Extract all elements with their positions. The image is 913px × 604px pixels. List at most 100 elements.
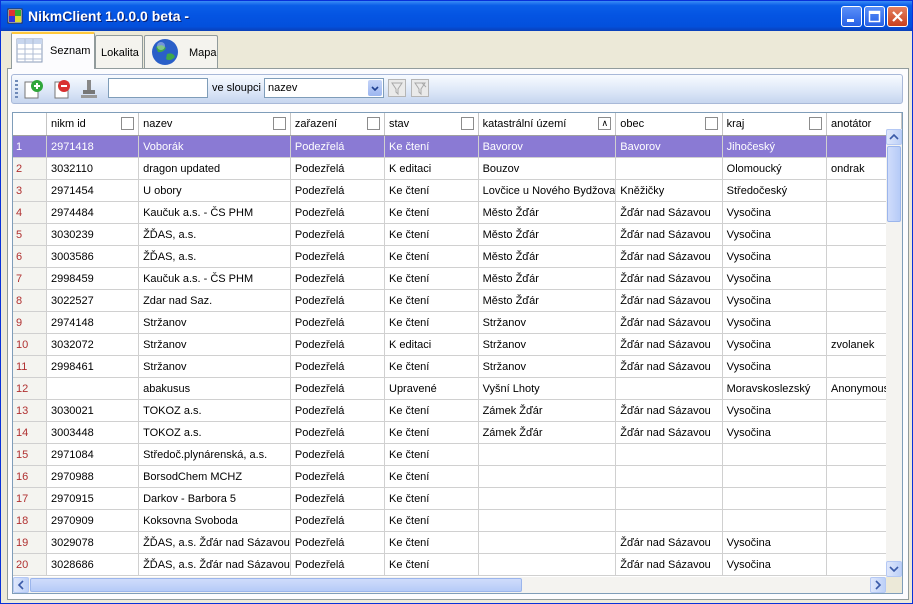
table-cell[interactable]: ŽĎAS, a.s. Žďár nad Sázavou	[138, 553, 291, 576]
scroll-right-icon[interactable]	[870, 577, 886, 593]
minimize-button[interactable]	[841, 6, 862, 27]
table-cell[interactable]: Ke čtení	[384, 267, 479, 290]
table-cell[interactable]: Vysočina	[722, 421, 827, 444]
table-cell[interactable]: Žďár nad Sázavou	[615, 311, 723, 334]
column-checkbox[interactable]	[272, 117, 286, 130]
table-cell[interactable]: Ke čtení	[384, 465, 479, 488]
row-header[interactable]: 2	[13, 157, 47, 180]
column-select[interactable]: nazev	[264, 78, 384, 98]
table-row[interactable]: 11 2998461 Stržanov Podezřelá Ke čtení Stržan…	[13, 355, 902, 378]
table-cell[interactable]: Stržanov	[138, 333, 291, 356]
table-cell[interactable]: Vysočina	[722, 531, 827, 554]
table-cell[interactable]: Město Žďár	[478, 245, 617, 268]
table-cell[interactable]: 3032110	[46, 157, 140, 180]
table-cell[interactable]: Ke čtení	[384, 179, 479, 202]
table-cell[interactable]	[722, 487, 827, 510]
column-header[interactable]: zařazení	[290, 113, 386, 136]
table-cell[interactable]: 2974484	[46, 201, 140, 224]
table-cell[interactable]: 3029078	[46, 531, 140, 554]
table-cell[interactable]: K editaci	[384, 333, 479, 356]
column-header-sorted[interactable]: katastrální území ∧	[478, 113, 617, 136]
table-cell[interactable]: Podezřelá	[290, 509, 386, 532]
table-cell[interactable]: Podezřelá	[290, 377, 386, 400]
table-row[interactable]: 1 2971418 Voborák Podezřelá Ke čtení Bavorov B…	[13, 135, 902, 158]
table-cell[interactable]: Ke čtení	[384, 355, 479, 378]
horizontal-scrollbar[interactable]	[13, 577, 886, 593]
row-header[interactable]: 19	[13, 531, 47, 554]
table-cell[interactable]: Zámek Žďár	[478, 399, 617, 422]
title-bar[interactable]: NikmClient 1.0.0.0 beta -	[1, 1, 912, 31]
table-row[interactable]: 9 2974148 Stržanov Podezřelá Ke čtení Stržano…	[13, 311, 902, 334]
table-cell[interactable]	[722, 509, 827, 532]
table-cell[interactable]: 2970988	[46, 465, 140, 488]
table-cell[interactable]: Bouzov	[478, 157, 617, 180]
table-cell[interactable]: 3028686	[46, 553, 140, 576]
row-header[interactable]: 3	[13, 179, 47, 202]
table-cell[interactable]: Jihočeský	[722, 135, 827, 158]
table-row[interactable]: 5 3030239 ŽĎAS, a.s. Podezřelá Ke čtení Město…	[13, 223, 902, 246]
table-cell[interactable]: Ke čtení	[384, 509, 479, 532]
data-grid[interactable]: nikm id nazev zařazení stav katastrální …	[12, 112, 903, 594]
tab-mapa[interactable]: Mapa	[144, 35, 218, 68]
table-cell[interactable]: Kněžičky	[615, 179, 723, 202]
vertical-scrollbar[interactable]	[886, 129, 902, 577]
table-cell[interactable]: Podezřelá	[290, 333, 386, 356]
table-cell[interactable]: Podezřelá	[290, 201, 386, 224]
sort-ascending-icon[interactable]: ∧	[598, 117, 612, 130]
stamp-icon[interactable]	[78, 78, 100, 100]
table-cell[interactable]: Město Žďár	[478, 267, 617, 290]
table-cell[interactable]	[615, 377, 723, 400]
table-cell[interactable]: dragon updated	[138, 157, 291, 180]
table-cell[interactable]: K editaci	[384, 157, 479, 180]
table-cell[interactable]: Středočeský	[722, 179, 827, 202]
tab-seznam[interactable]: Seznam	[11, 32, 95, 69]
table-cell[interactable]: Ke čtení	[384, 223, 479, 246]
table-cell[interactable]: Žďár nad Sázavou	[615, 289, 723, 312]
table-cell[interactable]: ŽĎAS, a.s.	[138, 245, 291, 268]
table-cell[interactable]: Vysočina	[722, 267, 827, 290]
add-record-icon[interactable]	[22, 78, 44, 100]
table-cell[interactable]: Ke čtení	[384, 553, 479, 576]
table-cell[interactable]: Žďár nad Sázavou	[615, 223, 723, 246]
table-cell[interactable]: Podezřelá	[290, 553, 386, 576]
table-cell[interactable]: Město Žďár	[478, 223, 617, 246]
table-cell[interactable]: Vysočina	[722, 553, 827, 576]
row-header[interactable]: 15	[13, 443, 47, 466]
row-header[interactable]: 7	[13, 267, 47, 290]
table-cell[interactable]: 2971418	[46, 135, 140, 158]
delete-record-icon[interactable]	[52, 78, 74, 100]
table-cell[interactable]: Ke čtení	[384, 311, 479, 334]
scroll-up-icon[interactable]	[886, 129, 902, 145]
table-cell[interactable]: Upravené	[384, 377, 479, 400]
tab-lokalita[interactable]: Lokalita	[95, 35, 143, 68]
table-cell[interactable]: Vysočina	[722, 289, 827, 312]
table-cell[interactable]	[46, 377, 140, 400]
filter-icon[interactable]	[388, 79, 406, 97]
table-cell[interactable]: Olomoucký	[722, 157, 827, 180]
table-cell[interactable]	[478, 465, 617, 488]
table-row[interactable]: 13 3030021 TOKOZ a.s. Podezřelá Ke čtení Záme…	[13, 399, 902, 422]
toolbar-grip[interactable]	[15, 80, 18, 98]
table-cell[interactable]	[722, 465, 827, 488]
table-cell[interactable]: Ke čtení	[384, 245, 479, 268]
table-cell[interactable]: Podezřelá	[290, 399, 386, 422]
horizontal-scroll-thumb[interactable]	[30, 578, 522, 592]
row-header[interactable]: 9	[13, 311, 47, 334]
table-cell[interactable]: 2974148	[46, 311, 140, 334]
table-cell[interactable]: Žďár nad Sázavou	[615, 267, 723, 290]
table-cell[interactable]: Město Žďár	[478, 289, 617, 312]
table-cell[interactable]: Kaučuk a.s. - ČS PHM	[138, 267, 291, 290]
table-cell[interactable]	[615, 443, 723, 466]
row-header[interactable]: 1	[13, 135, 47, 158]
table-cell[interactable]: Stržanov	[138, 355, 291, 378]
column-header[interactable]: obec	[615, 113, 723, 136]
column-checkbox[interactable]	[367, 117, 380, 130]
row-header[interactable]: 13	[13, 399, 47, 422]
table-cell[interactable]	[615, 157, 723, 180]
scroll-down-icon[interactable]	[886, 561, 902, 577]
column-header[interactable]: kraj	[722, 113, 827, 136]
table-row[interactable]: 3 2971454 U obory Podezřelá Ke čtení Lovčice …	[13, 179, 902, 202]
clear-filter-icon[interactable]	[411, 79, 429, 97]
table-cell[interactable]	[478, 553, 617, 576]
table-cell[interactable]: Stržanov	[478, 333, 617, 356]
